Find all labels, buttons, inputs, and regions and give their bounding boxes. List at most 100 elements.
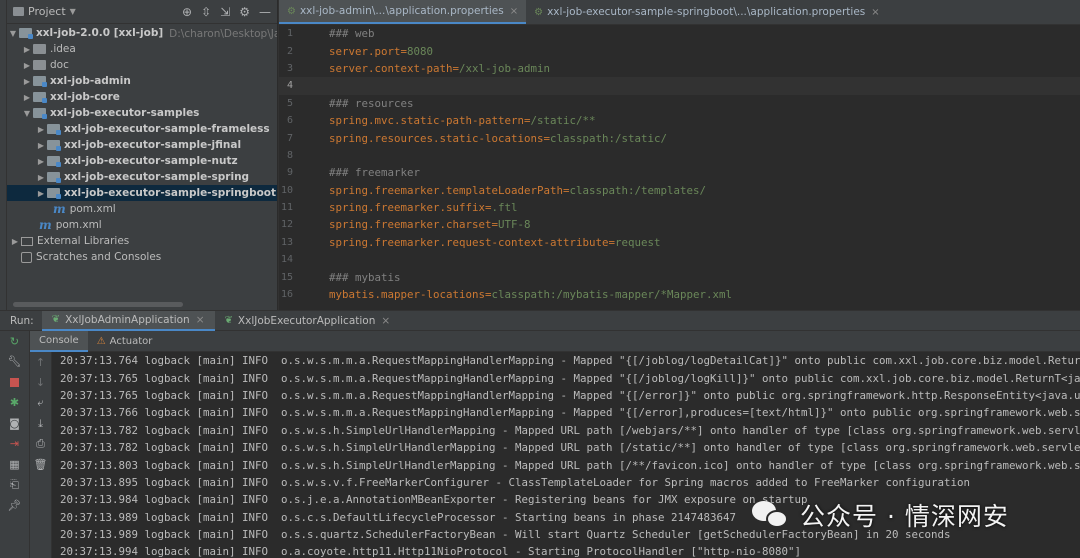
actuator-tab[interactable]: ⚠ Actuator: [88, 331, 162, 352]
code-line[interactable]: 7 spring.resources.static-locations=class…: [279, 129, 1080, 146]
chevron-down-icon[interactable]: ▼: [70, 7, 76, 16]
tree-item-label: pom.xml: [69, 203, 116, 215]
chevron-down-icon[interactable]: ▼: [21, 109, 33, 118]
module-folder-icon: [47, 172, 61, 183]
folder-icon: [33, 44, 46, 54]
hide-icon[interactable]: —: [259, 5, 271, 19]
maven-icon: m: [53, 202, 66, 216]
horizontal-scrollbar[interactable]: [13, 302, 183, 307]
code-line[interactable]: 16 mybatis.mapper-locations=classpath:/my…: [279, 286, 1080, 303]
tree-item[interactable]: ▶ External Libraries: [7, 233, 277, 249]
camera-icon[interactable]: ◙: [0, 413, 29, 434]
code-line[interactable]: 6 spring.mvc.static-path-pattern=/static/…: [279, 112, 1080, 129]
property-key: spring.freemarker.request-context-attrib…: [329, 235, 609, 249]
tree-item-selected[interactable]: ▶ xxl-job-executor-sample-springboot: [7, 185, 277, 201]
tree-root[interactable]: ▼ xxl-job-2.0.0 [xxl-job] D:\charon\Desk…: [7, 25, 277, 41]
property-value: classpath:/mybatis-mapper/*Mapper.xml: [491, 288, 733, 302]
chevron-right-icon[interactable]: ▶: [35, 157, 47, 166]
property-key: spring.mvc.static-path-pattern: [329, 114, 525, 128]
stop-icon[interactable]: [0, 372, 29, 393]
code-line[interactable]: 10 spring.freemarker.templateLoaderPath=c…: [279, 182, 1080, 199]
chevron-right-icon[interactable]: ▶: [21, 77, 33, 86]
code-line[interactable]: 11 spring.freemarker.suffix=.ftl: [279, 199, 1080, 216]
code-line[interactable]: 1 ### web: [279, 25, 1080, 42]
close-icon[interactable]: ×: [871, 7, 879, 18]
code-line[interactable]: 14: [279, 251, 1080, 268]
tree-item[interactable]: ▶ doc: [7, 57, 277, 73]
tree-item[interactable]: m pom.xml: [7, 217, 277, 233]
chevron-down-icon[interactable]: ▼: [7, 29, 19, 38]
tree-item[interactable]: ▶ xxl-job-executor-sample-spring: [7, 169, 277, 185]
line-number: 15: [280, 271, 293, 283]
chevron-right-icon[interactable]: ▶: [21, 61, 33, 70]
print-icon[interactable]: ⎙: [30, 434, 51, 455]
chevron-right-icon[interactable]: ▶: [35, 141, 47, 150]
gear-icon[interactable]: ⚙: [239, 5, 250, 19]
run-label: Run:: [10, 314, 34, 327]
code-line[interactable]: 13 spring.freemarker.request-context-attr…: [279, 234, 1080, 251]
code-line[interactable]: 8: [279, 147, 1080, 164]
project-view-selector[interactable]: Project: [28, 5, 66, 18]
code-line[interactable]: 9 ### freemarker: [279, 164, 1080, 181]
close-icon[interactable]: ×: [196, 314, 205, 326]
code-line[interactable]: 4: [279, 77, 1080, 95]
run-tab-admin[interactable]: ❦ XxlJobAdminApplication ×: [41, 310, 215, 331]
tree-item[interactable]: m pom.xml: [7, 201, 277, 217]
exit-icon[interactable]: ⇥: [0, 434, 29, 455]
module-folder-icon: [33, 108, 47, 119]
console-tab[interactable]: Console: [30, 330, 88, 352]
soft-wrap-icon[interactable]: ⤶: [30, 393, 51, 414]
wrench-icon[interactable]: 🔧︎: [0, 352, 29, 373]
down-arrow-icon[interactable]: ↓: [30, 373, 51, 394]
tree-item[interactable]: ▶ xxl-job-executor-sample-frameless: [7, 121, 277, 137]
module-folder-icon: [33, 92, 47, 103]
code-line[interactable]: 5 ### resources: [279, 95, 1080, 112]
rerun-icon[interactable]: ↻: [0, 331, 29, 352]
comment-text: ### freemarker: [329, 166, 421, 180]
run-tab-executor[interactable]: ❦ XxlJobExecutorApplication ×: [215, 311, 401, 331]
property-value: .ftl: [491, 201, 518, 215]
tree-item[interactable]: ▼ xxl-job-executor-samples: [7, 105, 277, 121]
code-area[interactable]: 1 ### web 2 server.port=8080 3 server.context…: [279, 25, 1080, 303]
tree-item[interactable]: ▶ xxl-job-admin: [7, 73, 277, 89]
tree-item[interactable]: ▶ xxl-job-executor-sample-jfinal: [7, 137, 277, 153]
chevron-right-icon[interactable]: ▶: [35, 189, 47, 198]
pin-icon[interactable]: 📌︎: [0, 495, 29, 516]
wechat-logo-icon: [752, 499, 792, 531]
tree-item-label: xxl-job-executor-sample-spring: [64, 171, 250, 183]
console-line: 20:37:13.765 logback [main] INFO o.s.w.s…: [60, 371, 1080, 385]
debug-icon[interactable]: ✱: [0, 393, 29, 414]
locate-icon[interactable]: ⊕: [182, 5, 192, 19]
tree-item[interactable]: ▶ .idea: [7, 41, 277, 57]
tree-item[interactable]: Scratches and Consoles: [7, 249, 277, 265]
close-icon[interactable]: ×: [381, 315, 390, 327]
chevron-right-icon[interactable]: ▶: [9, 237, 21, 246]
restore-icon[interactable]: ⎗: [0, 475, 29, 496]
code-line[interactable]: 15 ### mybatis: [279, 268, 1080, 285]
property-value: classpath:/static/: [550, 131, 668, 145]
console-toolbar: ↑ ↓ ⤶ ⤓ ⎙ 🗑︎: [30, 352, 52, 558]
close-icon[interactable]: ×: [510, 6, 518, 17]
code-line[interactable]: 2 server.port=8080: [279, 42, 1080, 59]
editor-tab[interactable]: ⚙ xxl-job-executor-sample-springboot\...…: [526, 0, 888, 24]
chevron-right-icon[interactable]: ▶: [21, 45, 33, 54]
collapse-all-icon[interactable]: ⇲: [220, 5, 230, 19]
code-line[interactable]: 3 server.context-path=/xxl-job-admin: [279, 60, 1080, 77]
editor-tab[interactable]: ⚙ xxl-job-admin\...\application.properti…: [279, 0, 527, 24]
scroll-to-end-icon[interactable]: ⤓: [30, 414, 51, 435]
tree-item[interactable]: ▶ xxl-job-executor-sample-nutz: [7, 153, 277, 169]
tree-item[interactable]: ▶ xxl-job-core: [7, 89, 277, 105]
property-value: /static/**: [530, 114, 596, 128]
project-icon: [13, 7, 24, 16]
library-icon: [21, 236, 33, 246]
trash-icon[interactable]: 🗑︎: [30, 455, 51, 476]
up-arrow-icon[interactable]: ↑: [30, 352, 51, 373]
layout-icon[interactable]: ▦: [0, 454, 29, 475]
chevron-right-icon[interactable]: ▶: [35, 125, 47, 134]
chevron-right-icon[interactable]: ▶: [21, 93, 33, 102]
chevron-right-icon[interactable]: ▶: [35, 173, 47, 182]
module-folder-icon: [47, 188, 61, 199]
expand-all-icon[interactable]: ⇳: [201, 5, 211, 19]
code-line[interactable]: 12 spring.freemarker.charset=UTF-8: [279, 216, 1080, 233]
line-number: 11: [280, 202, 293, 214]
